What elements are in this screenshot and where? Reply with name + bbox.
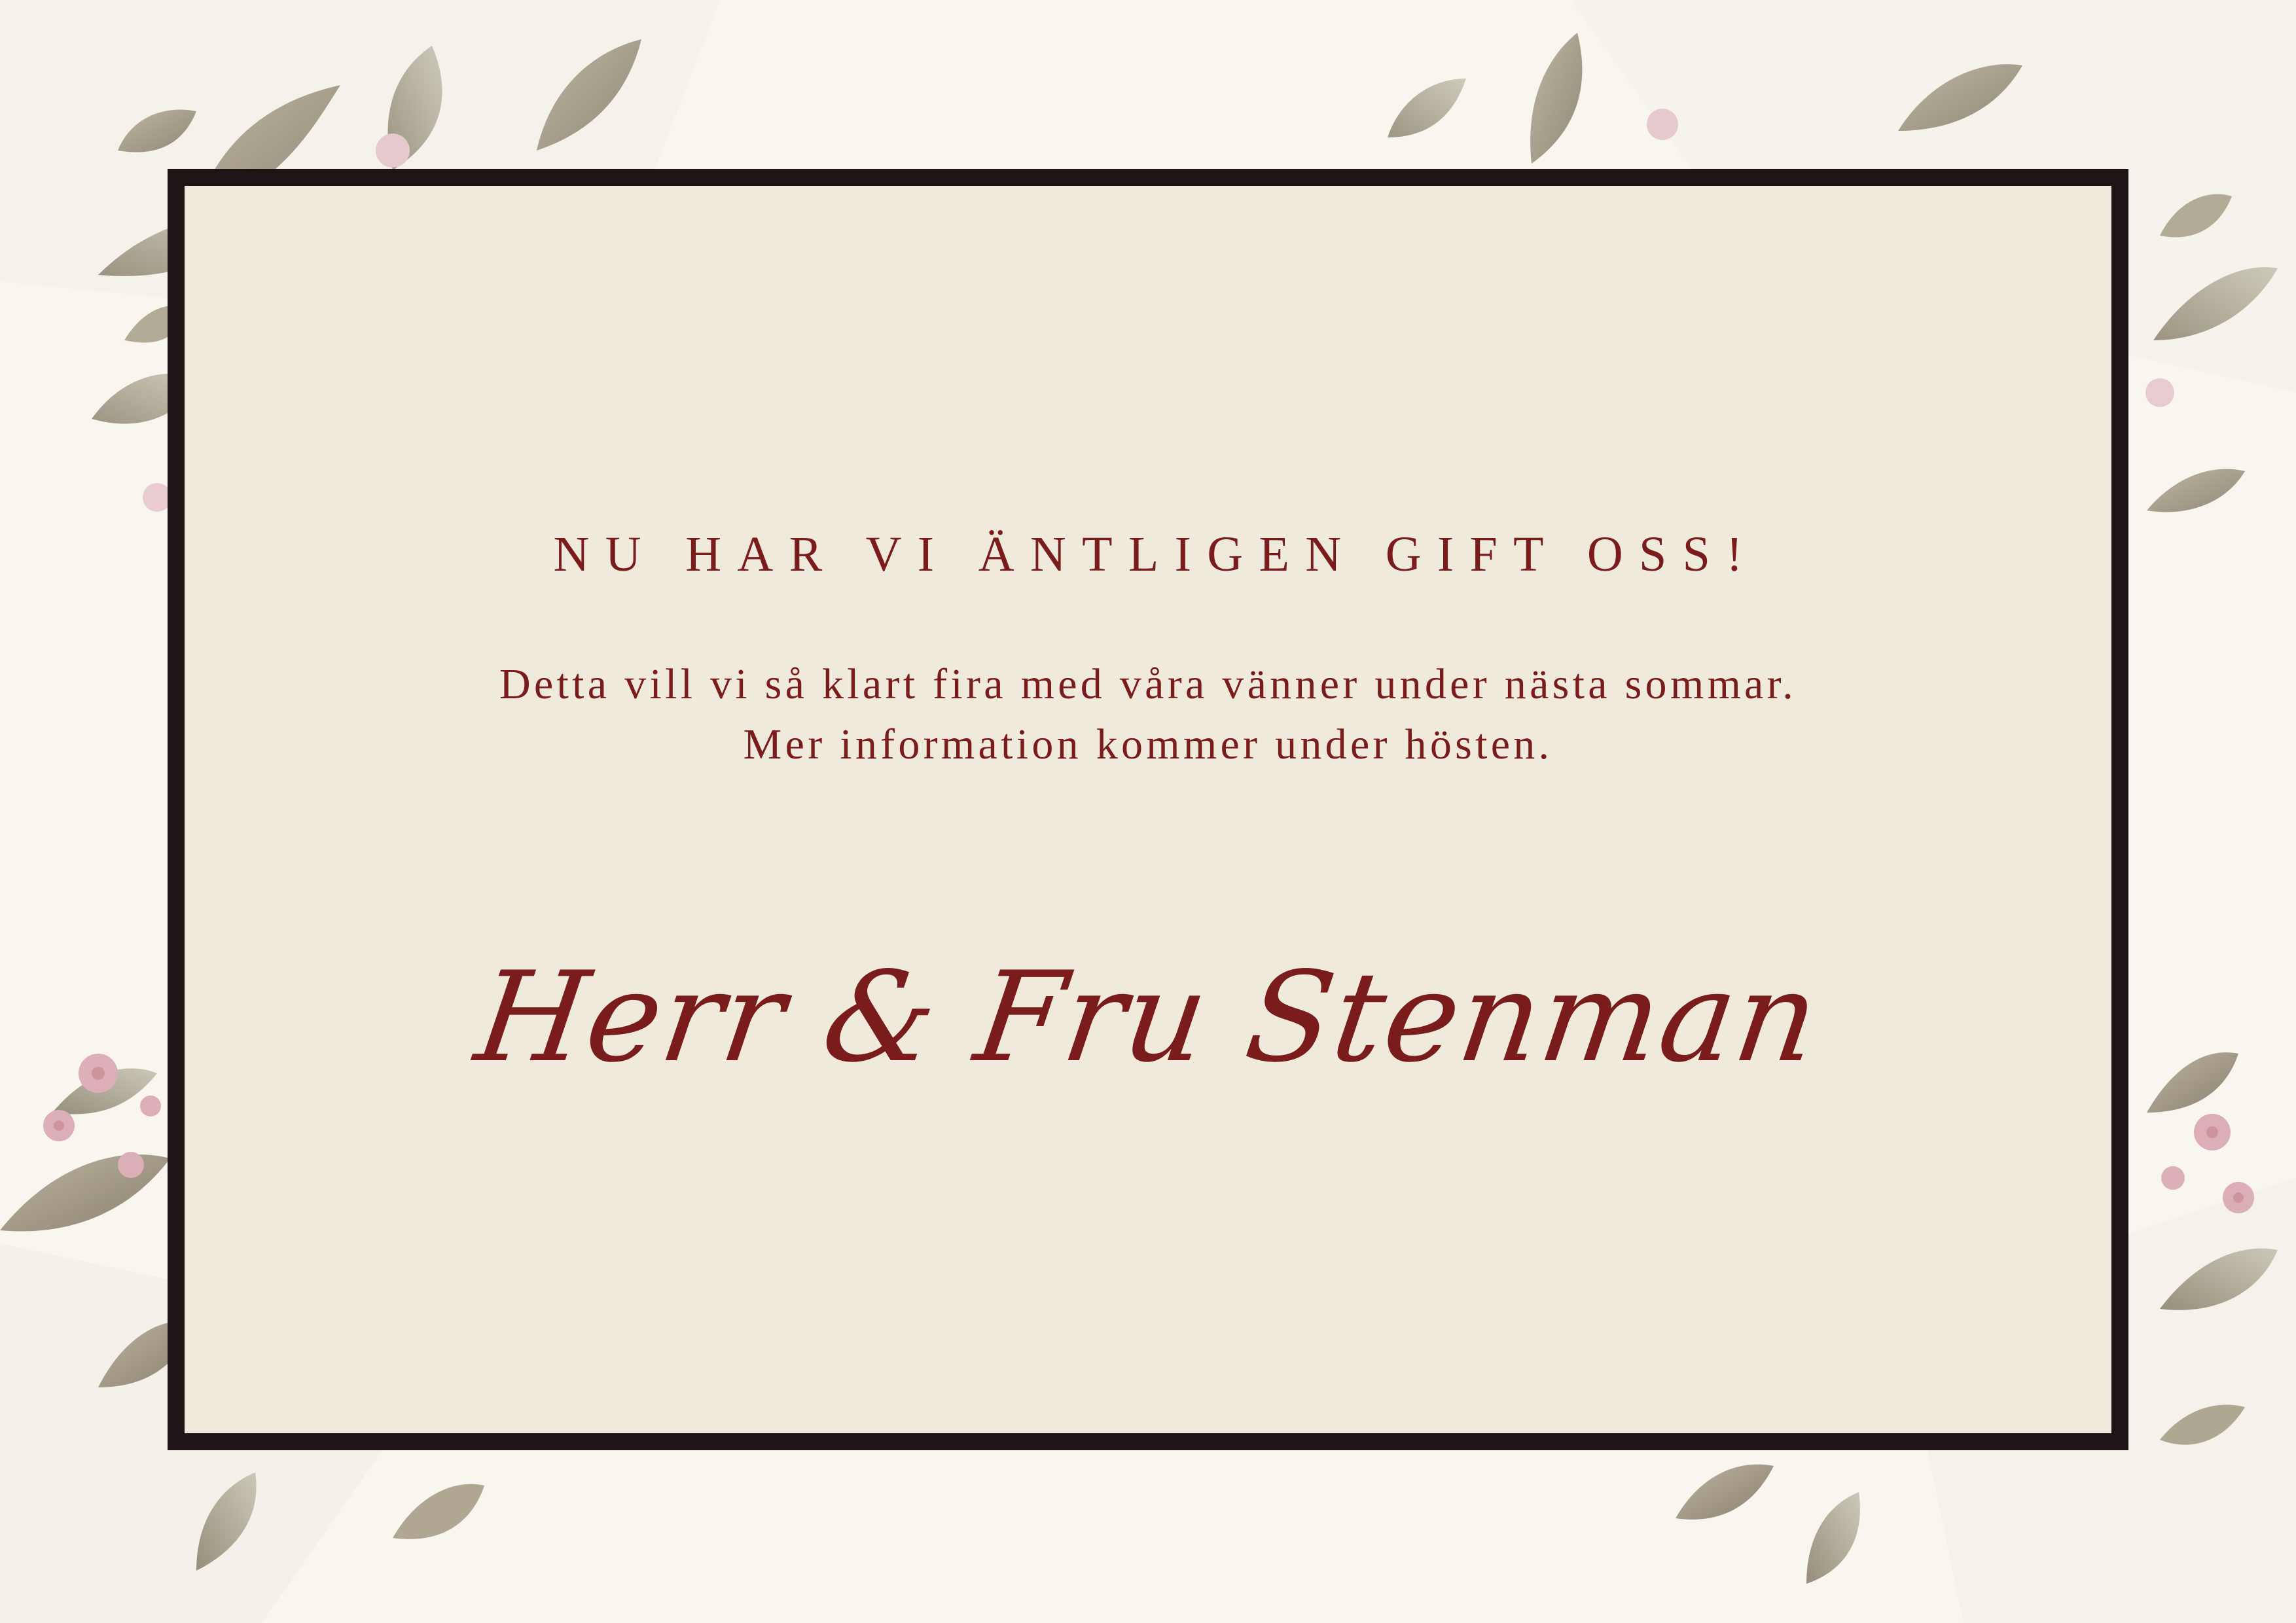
message-line-2: Mer information kommer under hösten. [743, 721, 1553, 768]
leaf-icon [1676, 1464, 1774, 1520]
leaf-icon [2147, 1052, 2238, 1113]
leaf-icon [0, 1154, 170, 1232]
message-line-1: Detta vill vi så klart fira med våra vän… [499, 660, 1797, 708]
blossom-icon [376, 134, 410, 168]
leaf-icon [1388, 79, 1466, 137]
blossom-icon [1647, 109, 1678, 140]
leaf-icon [393, 1484, 484, 1539]
blossom-icon [2145, 378, 2174, 407]
signature: Herr & Fru Stenman [468, 945, 1828, 1090]
leaf-icon [1806, 1492, 1860, 1584]
leaf-icon [1530, 33, 1583, 164]
headline: NU HAR VI ÄNTLIGEN GIFT OSS! [553, 527, 1759, 582]
leaf-icon [2147, 469, 2245, 512]
invitation-card: NU HAR VI ÄNTLIGEN GIFT OSS! Detta vill … [168, 169, 2128, 1450]
